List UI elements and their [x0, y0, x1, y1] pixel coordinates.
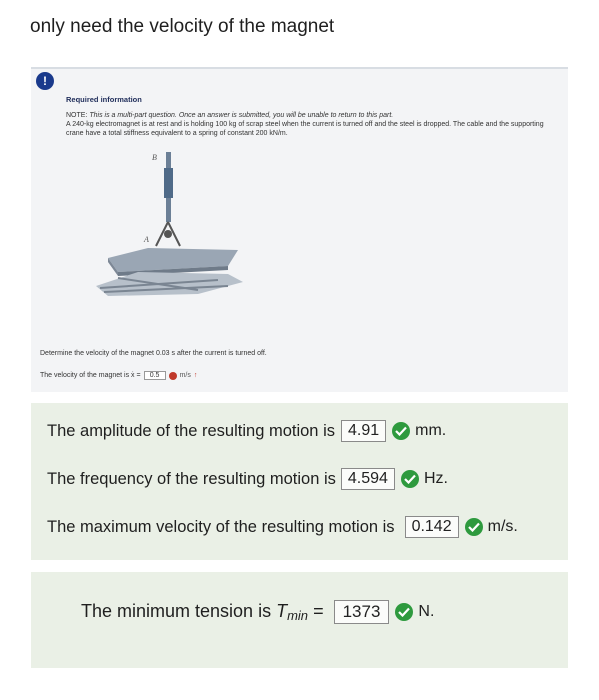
- check-icon: [400, 470, 419, 488]
- incorrect-icon: [168, 371, 177, 380]
- tension-label: The minimum tension is Tmin =: [81, 601, 324, 623]
- tension-label-prefix: The minimum tension is: [81, 601, 272, 621]
- spring: [164, 168, 173, 198]
- frequency-input[interactable]: 4.594: [340, 468, 395, 490]
- crane-magnet-figure: B A: [96, 152, 243, 296]
- tension-subscript: min: [287, 608, 309, 623]
- amplitude-unit: mm.: [415, 422, 447, 439]
- question-heading: only need the velocity of the magnet: [30, 16, 335, 37]
- velocity-input[interactable]: 0.5: [143, 371, 166, 380]
- hook: [164, 230, 172, 238]
- tension-input[interactable]: 1373: [333, 600, 390, 624]
- alert-icon: !: [36, 72, 54, 90]
- velocity-answer-line: The velocity of the magnet is ẋ = 0.5 m/…: [40, 371, 197, 380]
- amplitude-row: The amplitude of the resulting motion is…: [47, 420, 446, 442]
- note-text: This is a multi-part question. Once an a…: [89, 112, 394, 119]
- velocity-prefix: The velocity of the magnet is ẋ =: [40, 372, 141, 379]
- note-label: NOTE:: [66, 112, 88, 119]
- max-velocity-unit: m/s.: [487, 518, 518, 535]
- label-b: B: [152, 153, 157, 162]
- check-icon: [464, 518, 483, 536]
- frequency-label: The frequency of the resulting motion is: [47, 469, 336, 488]
- max-velocity-input[interactable]: 0.142: [404, 516, 459, 538]
- max-velocity-row: The maximum velocity of the resulting mo…: [47, 516, 518, 538]
- tension-symbol: T: [276, 601, 288, 621]
- up-arrow-icon: ↑: [193, 372, 198, 379]
- required-info-title: Required information: [66, 95, 142, 104]
- problem-note: NOTE: This is a multi-part question. Onc…: [66, 111, 556, 138]
- max-velocity-label: The maximum velocity of the resulting mo…: [47, 517, 395, 536]
- amplitude-input[interactable]: 4.91: [341, 420, 387, 442]
- question-text: Determine the velocity of the magnet 0.0…: [40, 350, 267, 357]
- velocity-unit: m/s: [179, 372, 191, 379]
- problem-description: A 240-kg electromagnet is at rest and is…: [66, 121, 544, 137]
- frequency-row: The frequency of the resulting motion is…: [47, 468, 448, 490]
- tension-row: The minimum tension is Tmin = 1373 N.: [81, 600, 434, 624]
- tension-unit: N.: [418, 603, 435, 620]
- check-icon: [395, 603, 414, 621]
- label-a: A: [143, 235, 149, 244]
- check-icon: [392, 422, 411, 440]
- amplitude-label: The amplitude of the resulting motion is: [47, 421, 335, 440]
- equals-sign: =: [313, 601, 324, 621]
- frequency-unit: Hz.: [423, 470, 448, 487]
